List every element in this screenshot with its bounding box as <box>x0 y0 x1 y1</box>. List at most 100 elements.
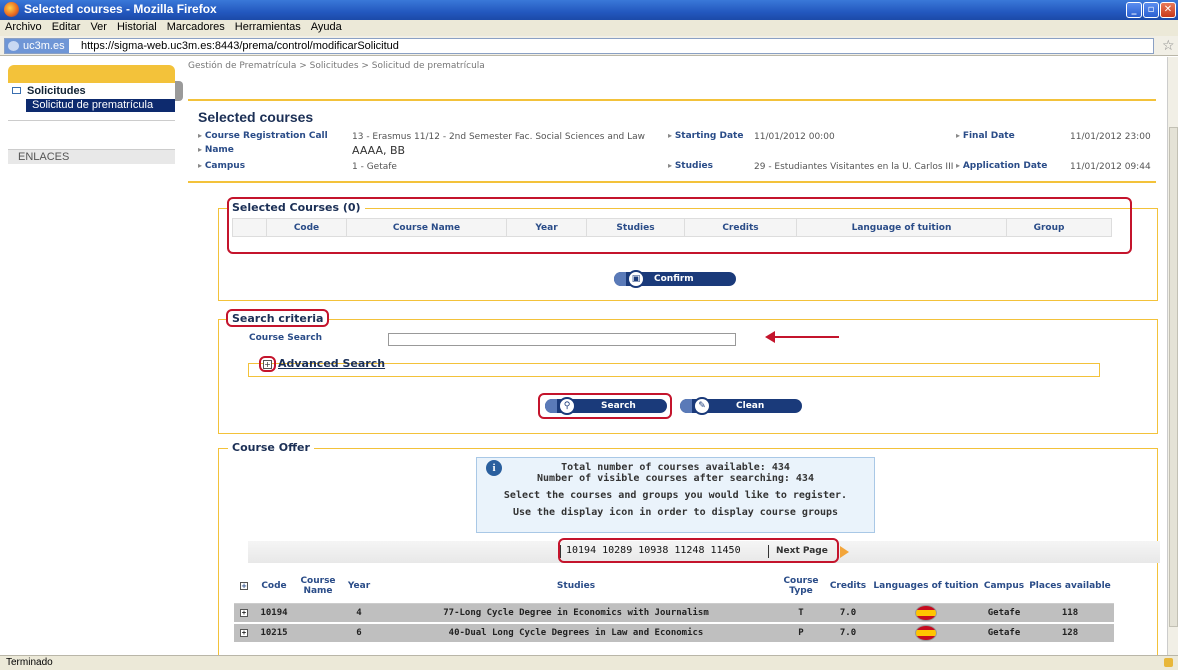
menu-historial[interactable]: Historial <box>112 20 162 33</box>
call-value: 13 - Erasmus 11/12 - 2nd Semester Fac. S… <box>352 132 646 142</box>
col-course-name[interactable]: Course Name <box>294 569 342 604</box>
page-title: Selected courses <box>198 109 314 125</box>
page-content: Solicitudes Solicitud de prematrícula EN… <box>0 57 1167 655</box>
row-studies: 77-Long Cycle Degree in Economics with J… <box>376 603 776 624</box>
request-header: Selected courses Course Registration Cal… <box>188 99 1156 183</box>
course-search-label: Course Search <box>249 333 323 343</box>
table-row[interactable]: + 10194 4 77-Long Cycle Degree in Econom… <box>234 603 1114 624</box>
course-search-input[interactable] <box>388 333 736 346</box>
menu-marcadores[interactable]: Marcadores <box>162 20 230 33</box>
table-row[interactable]: + 10215 6 40-Dual Long Cycle Degrees in … <box>234 623 1114 644</box>
campus-value: 1 - Getafe <box>352 162 397 172</box>
confirm-button[interactable]: ▣ Confirm <box>614 270 736 288</box>
highlight-selected-courses <box>227 197 1132 254</box>
course-offer-legend: Course Offer <box>228 441 314 454</box>
col-code[interactable]: Code <box>254 569 294 604</box>
course-offer-table: + Code Course Name Year Studies Course T… <box>234 569 1114 644</box>
menu-archivo[interactable]: Archivo <box>0 20 47 33</box>
col-expand: + <box>234 569 254 604</box>
close-button[interactable]: ✕ <box>1160 2 1176 18</box>
highlight-expand-icon <box>259 356 276 372</box>
sidebar-menu: Solicitudes Solicitud de prematrícula <box>8 83 175 121</box>
name-value: AAAA, BB <box>352 144 406 157</box>
final-date-label: Final Date <box>956 131 1015 141</box>
row-code: 10215 <box>254 623 294 644</box>
row-year: 6 <box>342 623 376 644</box>
row-places: 128 <box>1026 623 1114 644</box>
info-select: Select the courses and groups you would … <box>503 490 848 501</box>
info-visible: Number of visible courses after searchin… <box>537 473 814 484</box>
url-text: https://sigma-web.uc3m.es:8443/prema/con… <box>81 40 399 52</box>
menu-bar: Archivo Editar Ver Historial Marcadores Herra… <box>0 20 1178 36</box>
sidebar-section-solicitudes[interactable]: Solicitudes <box>12 85 86 97</box>
row-type: P <box>776 623 826 644</box>
folder-icon <box>12 87 21 94</box>
menu-herramientas[interactable]: Herramientas <box>230 20 306 33</box>
row-credits: 7.0 <box>826 603 870 624</box>
breadcrumb: Gestión de Prematrícula > Solicitudes > … <box>188 61 485 71</box>
browser-window: Selected courses - Mozilla Firefox _ ▫ ✕… <box>0 0 1178 670</box>
col-places[interactable]: Places available <box>1026 569 1114 604</box>
col-studies[interactable]: Studies <box>376 569 776 604</box>
col-credits[interactable]: Credits <box>826 569 870 604</box>
info-message: i Total number of courses available: 434… <box>476 457 875 533</box>
scroll-thumb[interactable] <box>1169 127 1178 627</box>
expand-all-icon[interactable]: + <box>240 581 248 590</box>
col-languages[interactable]: Languages of tuition <box>870 569 982 604</box>
call-label: Course Registration Call <box>198 131 328 141</box>
row-type: T <box>776 603 826 624</box>
final-date-value: 11/01/2012 23:00 <box>1070 132 1151 142</box>
site-identity-button[interactable]: uc3m.es <box>5 39 69 53</box>
bookmark-star-icon[interactable]: ☆ <box>1162 38 1175 54</box>
save-icon: ▣ <box>627 270 645 288</box>
expand-row-icon[interactable]: + <box>240 629 248 637</box>
spanish-flag-icon <box>915 604 937 621</box>
row-code: 10194 <box>254 603 294 624</box>
campus-label: Campus <box>198 161 245 171</box>
row-places: 118 <box>1026 603 1114 624</box>
sidebar-enlaces[interactable]: ENLACES <box>8 149 175 164</box>
studies-value: 29 - Estudiantes Visitantes en la U. Car… <box>754 162 954 172</box>
clean-button[interactable]: ✎ Clean <box>680 397 802 415</box>
status-bar: Terminado <box>0 655 1178 670</box>
lock-icon <box>1164 658 1173 667</box>
table-header-row: + Code Course Name Year Studies Course T… <box>234 569 1114 604</box>
next-arrow-icon[interactable] <box>840 546 849 558</box>
info-icon: i <box>486 460 502 476</box>
advanced-search-link[interactable]: Advanced Search <box>278 357 385 370</box>
row-campus: Getafe <box>982 623 1026 644</box>
row-campus: Getafe <box>982 603 1026 624</box>
sidebar-header <box>8 65 175 83</box>
vertical-scrollbar[interactable] <box>1167 57 1178 655</box>
minimize-button[interactable]: _ <box>1126 2 1142 18</box>
expand-row-icon[interactable]: + <box>240 608 248 617</box>
maximize-button[interactable]: ▫ <box>1143 2 1159 18</box>
title-bar: Selected courses - Mozilla Firefox _ ▫ ✕ <box>0 0 1178 20</box>
application-date-label: Application Date <box>956 161 1048 171</box>
row-course-name <box>294 623 342 644</box>
application-date-value: 11/01/2012 09:44 <box>1070 162 1151 172</box>
sidebar-collapse-handle[interactable] <box>175 81 183 101</box>
spanish-flag-icon <box>915 625 937 641</box>
highlight-search-button <box>538 393 672 419</box>
menu-ayuda[interactable]: Ayuda <box>306 20 347 33</box>
address-bar: uc3m.es https://sigma-web.uc3m.es:8443/p… <box>0 36 1178 56</box>
info-display: Use the display icon in order to display… <box>512 507 839 518</box>
highlight-pagination <box>558 538 839 563</box>
info-total: Total number of courses available: 434 <box>561 462 790 473</box>
url-field[interactable]: uc3m.es https://sigma-web.uc3m.es:8443/p… <box>4 38 1154 54</box>
col-year[interactable]: Year <box>342 569 376 604</box>
row-course-name <box>294 603 342 624</box>
start-date-value: 11/01/2012 00:00 <box>754 132 835 142</box>
menu-ver[interactable]: Ver <box>85 20 112 33</box>
start-date-label: Starting Date <box>668 131 744 141</box>
eraser-icon: ✎ <box>693 397 711 415</box>
sidebar-item-solicitud-prematricula[interactable]: Solicitud de prematrícula <box>26 99 175 112</box>
name-label: Name <box>198 145 234 155</box>
highlight-search-criteria <box>226 309 329 327</box>
menu-editar[interactable]: Editar <box>47 20 86 33</box>
col-campus[interactable]: Campus <box>982 569 1026 604</box>
col-course-type[interactable]: Course Type <box>776 569 826 604</box>
row-year: 4 <box>342 603 376 624</box>
left-arrow-annotation-icon <box>765 331 839 343</box>
